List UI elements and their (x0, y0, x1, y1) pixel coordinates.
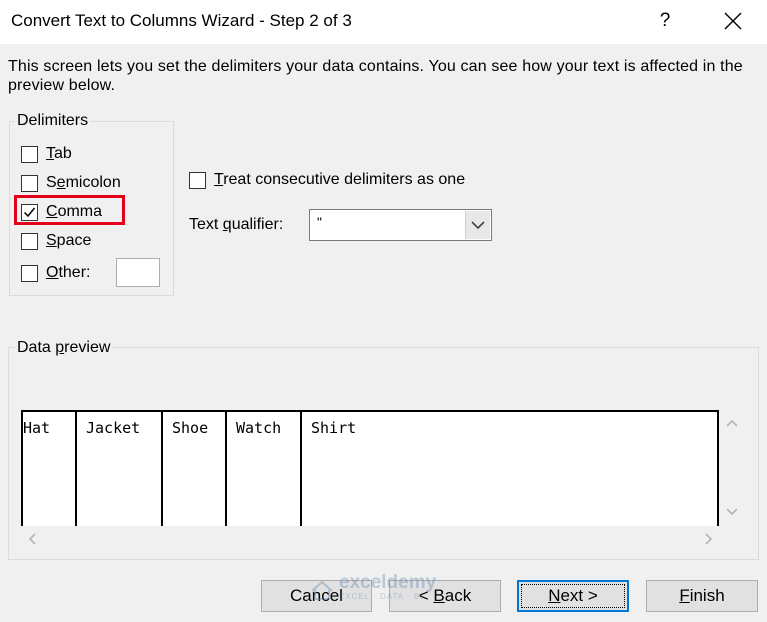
chevron-up-icon (726, 419, 738, 427)
scroll-up-arrow[interactable] (724, 416, 740, 430)
space-checkbox[interactable]: Space (21, 232, 91, 250)
preview-column-5: Shirt (302, 412, 717, 526)
scroll-right-arrow[interactable] (701, 531, 715, 547)
watermark-tagline: EXCEL · DATA · BI (339, 592, 424, 601)
data-preview-legend: Data preview (15, 339, 113, 357)
chevron-down-icon (726, 508, 738, 516)
watermark-logo-icon (311, 580, 333, 600)
semicolon-label: Semicolon (46, 174, 121, 191)
comma-highlight-box (14, 195, 125, 225)
tab-label: Tab (46, 145, 72, 162)
preview-cell: Watch (236, 419, 282, 437)
focus-rectangle (521, 584, 625, 608)
space-label: Space (46, 232, 92, 249)
title-bar: Convert Text to Columns Wizard - Step 2 … (0, 0, 767, 44)
tab-checkbox[interactable]: Tab (21, 145, 72, 163)
preview-cell: Hat (23, 419, 51, 437)
consecutive-delimiters-checkbox[interactable]: Treat consecutive delimiters as one (189, 171, 465, 189)
scroll-down-arrow[interactable] (724, 505, 740, 519)
exceldemy-watermark: exceldemy EXCEL · DATA · BI (309, 572, 437, 604)
data-preview-grid: Hat Jacket Shoe Watch Shirt (21, 410, 719, 526)
consecutive-label: Treat consecutive delimiters as one (214, 171, 466, 188)
finish-button[interactable]: Finish (646, 580, 758, 612)
scroll-left-arrow[interactable] (26, 531, 40, 547)
dropdown-arrow[interactable] (465, 211, 490, 239)
other-checkbox-box[interactable] (21, 264, 38, 282)
watermark-name: exceldemy (339, 572, 437, 593)
text-qualifier-label: Text qualifier: (189, 216, 284, 233)
chevron-down-icon (471, 221, 485, 230)
preview-cell: Shoe (172, 419, 209, 437)
semicolon-checkbox[interactable]: Semicolon (21, 174, 121, 192)
chevron-right-icon (705, 533, 713, 545)
preview-column-4: Watch (227, 412, 302, 526)
preview-column-1: Hat (23, 412, 77, 526)
dialog-title: Convert Text to Columns Wizard - Step 2 … (11, 11, 352, 30)
text-qualifier-value: " (317, 214, 322, 230)
chevron-left-icon (28, 533, 36, 545)
instructions-text: This screen lets you set the delimiters … (8, 58, 743, 94)
help-button[interactable]: ? (653, 8, 677, 34)
preview-column-3: Shoe (163, 412, 227, 526)
preview-cell: Jacket (86, 419, 141, 437)
other-delimiter-input[interactable] (116, 258, 160, 287)
other-label: Other: (46, 264, 91, 281)
tab-checkbox-box[interactable] (21, 145, 38, 163)
next-button[interactable]: Next > (517, 580, 629, 612)
other-checkbox[interactable]: Other: (21, 264, 90, 282)
close-icon (724, 12, 742, 30)
space-checkbox-box[interactable] (21, 232, 38, 250)
consecutive-checkbox-box[interactable] (189, 171, 206, 189)
text-qualifier-dropdown[interactable]: " (309, 209, 492, 241)
close-button[interactable] (719, 8, 747, 34)
preview-cell: Shirt (311, 419, 357, 437)
delimiters-legend: Delimiters (15, 112, 91, 130)
preview-column-2: Jacket (77, 412, 163, 526)
semicolon-checkbox-box[interactable] (21, 174, 38, 192)
